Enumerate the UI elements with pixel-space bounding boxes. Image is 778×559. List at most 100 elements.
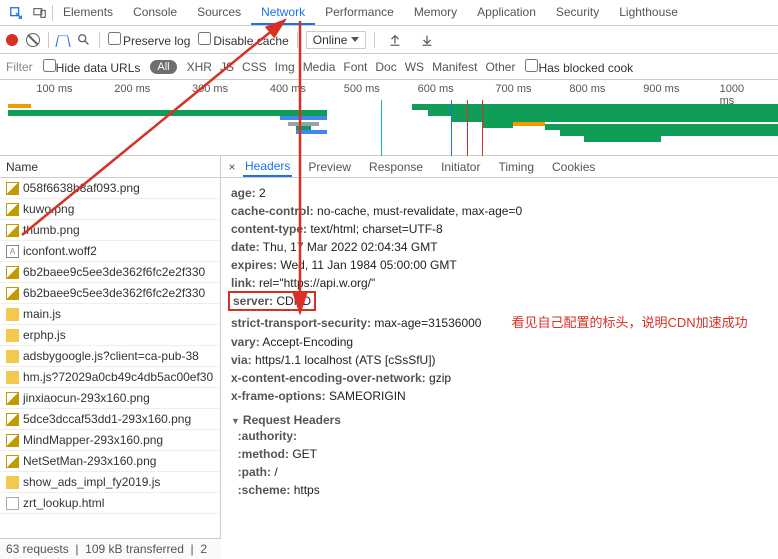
type-js[interactable]: JS [220,60,234,74]
filter-icon[interactable] [55,35,70,46]
request-row[interactable]: zrt_lookup.html [0,493,220,514]
request-row[interactable]: kuwo.png [0,199,220,220]
request-row[interactable]: erphp.js [0,325,220,346]
img-file-icon [6,455,19,468]
tab-memory[interactable]: Memory [404,1,467,25]
record-button[interactable] [6,34,18,46]
type-xhr[interactable]: XHR [187,60,212,74]
request-name: kuwo.png [23,202,74,216]
tab-console[interactable]: Console [123,1,187,25]
column-name[interactable]: Name [0,156,221,177]
request-row[interactable]: NetSetMan-293x160.png [0,451,220,472]
detail-tab-cookies[interactable]: Cookies [550,158,597,176]
request-name: zrt_lookup.html [23,496,104,510]
request-row[interactable]: hm.js?72029a0cb49c4db5ac00ef30 [0,367,220,388]
tab-sources[interactable]: Sources [187,1,251,25]
separator [297,32,298,48]
type-manifest[interactable]: Manifest [432,60,477,74]
request-row[interactable]: show_ads_impl_fy2019.js [0,472,220,493]
devtools-main-toolbar: Elements Console Sources Network Perform… [0,0,778,26]
tab-security[interactable]: Security [546,1,609,25]
font-file-icon: A [6,245,19,258]
tick: 900 ms [643,83,679,95]
js-file-icon [6,350,19,363]
inspect-icon[interactable] [8,5,24,21]
request-name: 6b2baee9c5ee3de362f6fc2e2f330 [23,265,205,279]
header-value: rel="https://api.w.org/" [259,276,375,290]
throttle-select[interactable]: Online [306,31,367,49]
request-row[interactable]: 6b2baee9c5ee3de362f6fc2e2f330 [0,283,220,304]
status-transferred: 109 kB transferred [85,542,184,556]
request-name: adsbygoogle.js?client=ca-pub-38 [23,349,199,363]
header-value: CDND [276,294,311,308]
img-file-icon [6,203,19,216]
img-file-icon [6,434,19,447]
close-details-button[interactable]: × [221,160,243,174]
request-name: main.js [23,307,61,321]
tab-network[interactable]: Network [251,1,315,25]
js-file-icon [6,329,19,342]
blocked-cookies-checkbox[interactable]: Has blocked cook [525,59,633,75]
request-headers-section[interactable]: ▼Request Headers [231,413,768,427]
header-key: date: [231,240,260,254]
js-file-icon [6,308,19,321]
clear-button[interactable] [26,33,40,47]
request-row[interactable]: jinxiaocun-293x160.png [0,388,220,409]
type-doc[interactable]: Doc [375,60,396,74]
request-row[interactable]: Aiconfont.woff2 [0,241,220,262]
type-font[interactable]: Font [343,60,367,74]
request-row[interactable]: thumb.png [0,220,220,241]
request-row[interactable]: 5dce3dccaf53dd1-293x160.png [0,409,220,430]
response-header-row: age: 2 [231,184,768,202]
tab-performance[interactable]: Performance [315,1,404,25]
timeline-overview[interactable]: 100 ms 200 ms 300 ms 400 ms 500 ms 600 m… [0,80,778,156]
header-value: no-cache, must-revalidate, max-age=0 [317,204,522,218]
disable-cache-checkbox[interactable]: Disable cache [198,32,288,48]
request-name: hm.js?72029a0cb49c4db5ac00ef30 [23,370,213,384]
request-name: show_ads_impl_fy2019.js [23,475,160,489]
tick: 300 ms [192,83,228,95]
response-header-row: x-frame-options: SAMEORIGIN [231,387,768,405]
type-css[interactable]: CSS [242,60,267,74]
detail-tab-timing[interactable]: Timing [496,158,536,176]
filter-input[interactable]: Filter [6,60,33,74]
device-toggle-icon[interactable] [32,5,48,21]
request-list[interactable]: 058f6638b8af093.png kuwo.png thumb.pngAico… [0,178,221,559]
request-row[interactable]: main.js [0,304,220,325]
type-media[interactable]: Media [303,60,336,74]
tab-application[interactable]: Application [467,1,546,25]
header-key: vary: [231,335,260,349]
type-other[interactable]: Other [485,60,515,74]
tick: 100 ms [36,83,72,95]
detail-tab-preview[interactable]: Preview [306,158,353,176]
detail-tab-initiator[interactable]: Initiator [439,158,482,176]
detail-tab-response[interactable]: Response [367,158,425,176]
type-filter-all[interactable]: All [150,60,176,74]
filter-bar: Filter Hide data URLs All XHR JS CSS Img… [0,54,778,80]
js-file-icon [6,476,19,489]
tab-elements[interactable]: Elements [53,1,123,25]
tick: 600 ms [418,83,454,95]
hide-data-urls-checkbox[interactable]: Hide data URLs [43,59,141,75]
request-header-row: :scheme: https [231,481,768,499]
tab-lighthouse[interactable]: Lighthouse [609,1,688,25]
request-row[interactable]: adsbygoogle.js?client=ca-pub-38 [0,346,220,367]
download-har-icon[interactable] [419,32,435,48]
header-key: cache-control: [231,204,314,218]
request-header-row: :method: GET [231,445,768,463]
separator [48,32,49,48]
type-ws[interactable]: WS [405,60,424,74]
request-row[interactable]: 058f6638b8af093.png [0,178,220,199]
request-row[interactable]: 6b2baee9c5ee3de362f6fc2e2f330 [0,262,220,283]
upload-har-icon[interactable] [387,32,403,48]
separator [99,32,100,48]
preserve-log-checkbox[interactable]: Preserve log [108,32,190,48]
headers-panel[interactable]: age: 2 cache-control: no-cache, must-reva… [221,178,778,559]
detail-tab-headers[interactable]: Headers [243,157,292,177]
search-icon[interactable] [77,33,91,47]
response-header-row: server: CDND [231,292,768,310]
header-key: x-frame-options: [231,389,326,403]
type-img[interactable]: Img [275,60,295,74]
request-row[interactable]: MindMapper-293x160.png [0,430,220,451]
panel-tabs: Elements Console Sources Network Perform… [53,1,688,25]
